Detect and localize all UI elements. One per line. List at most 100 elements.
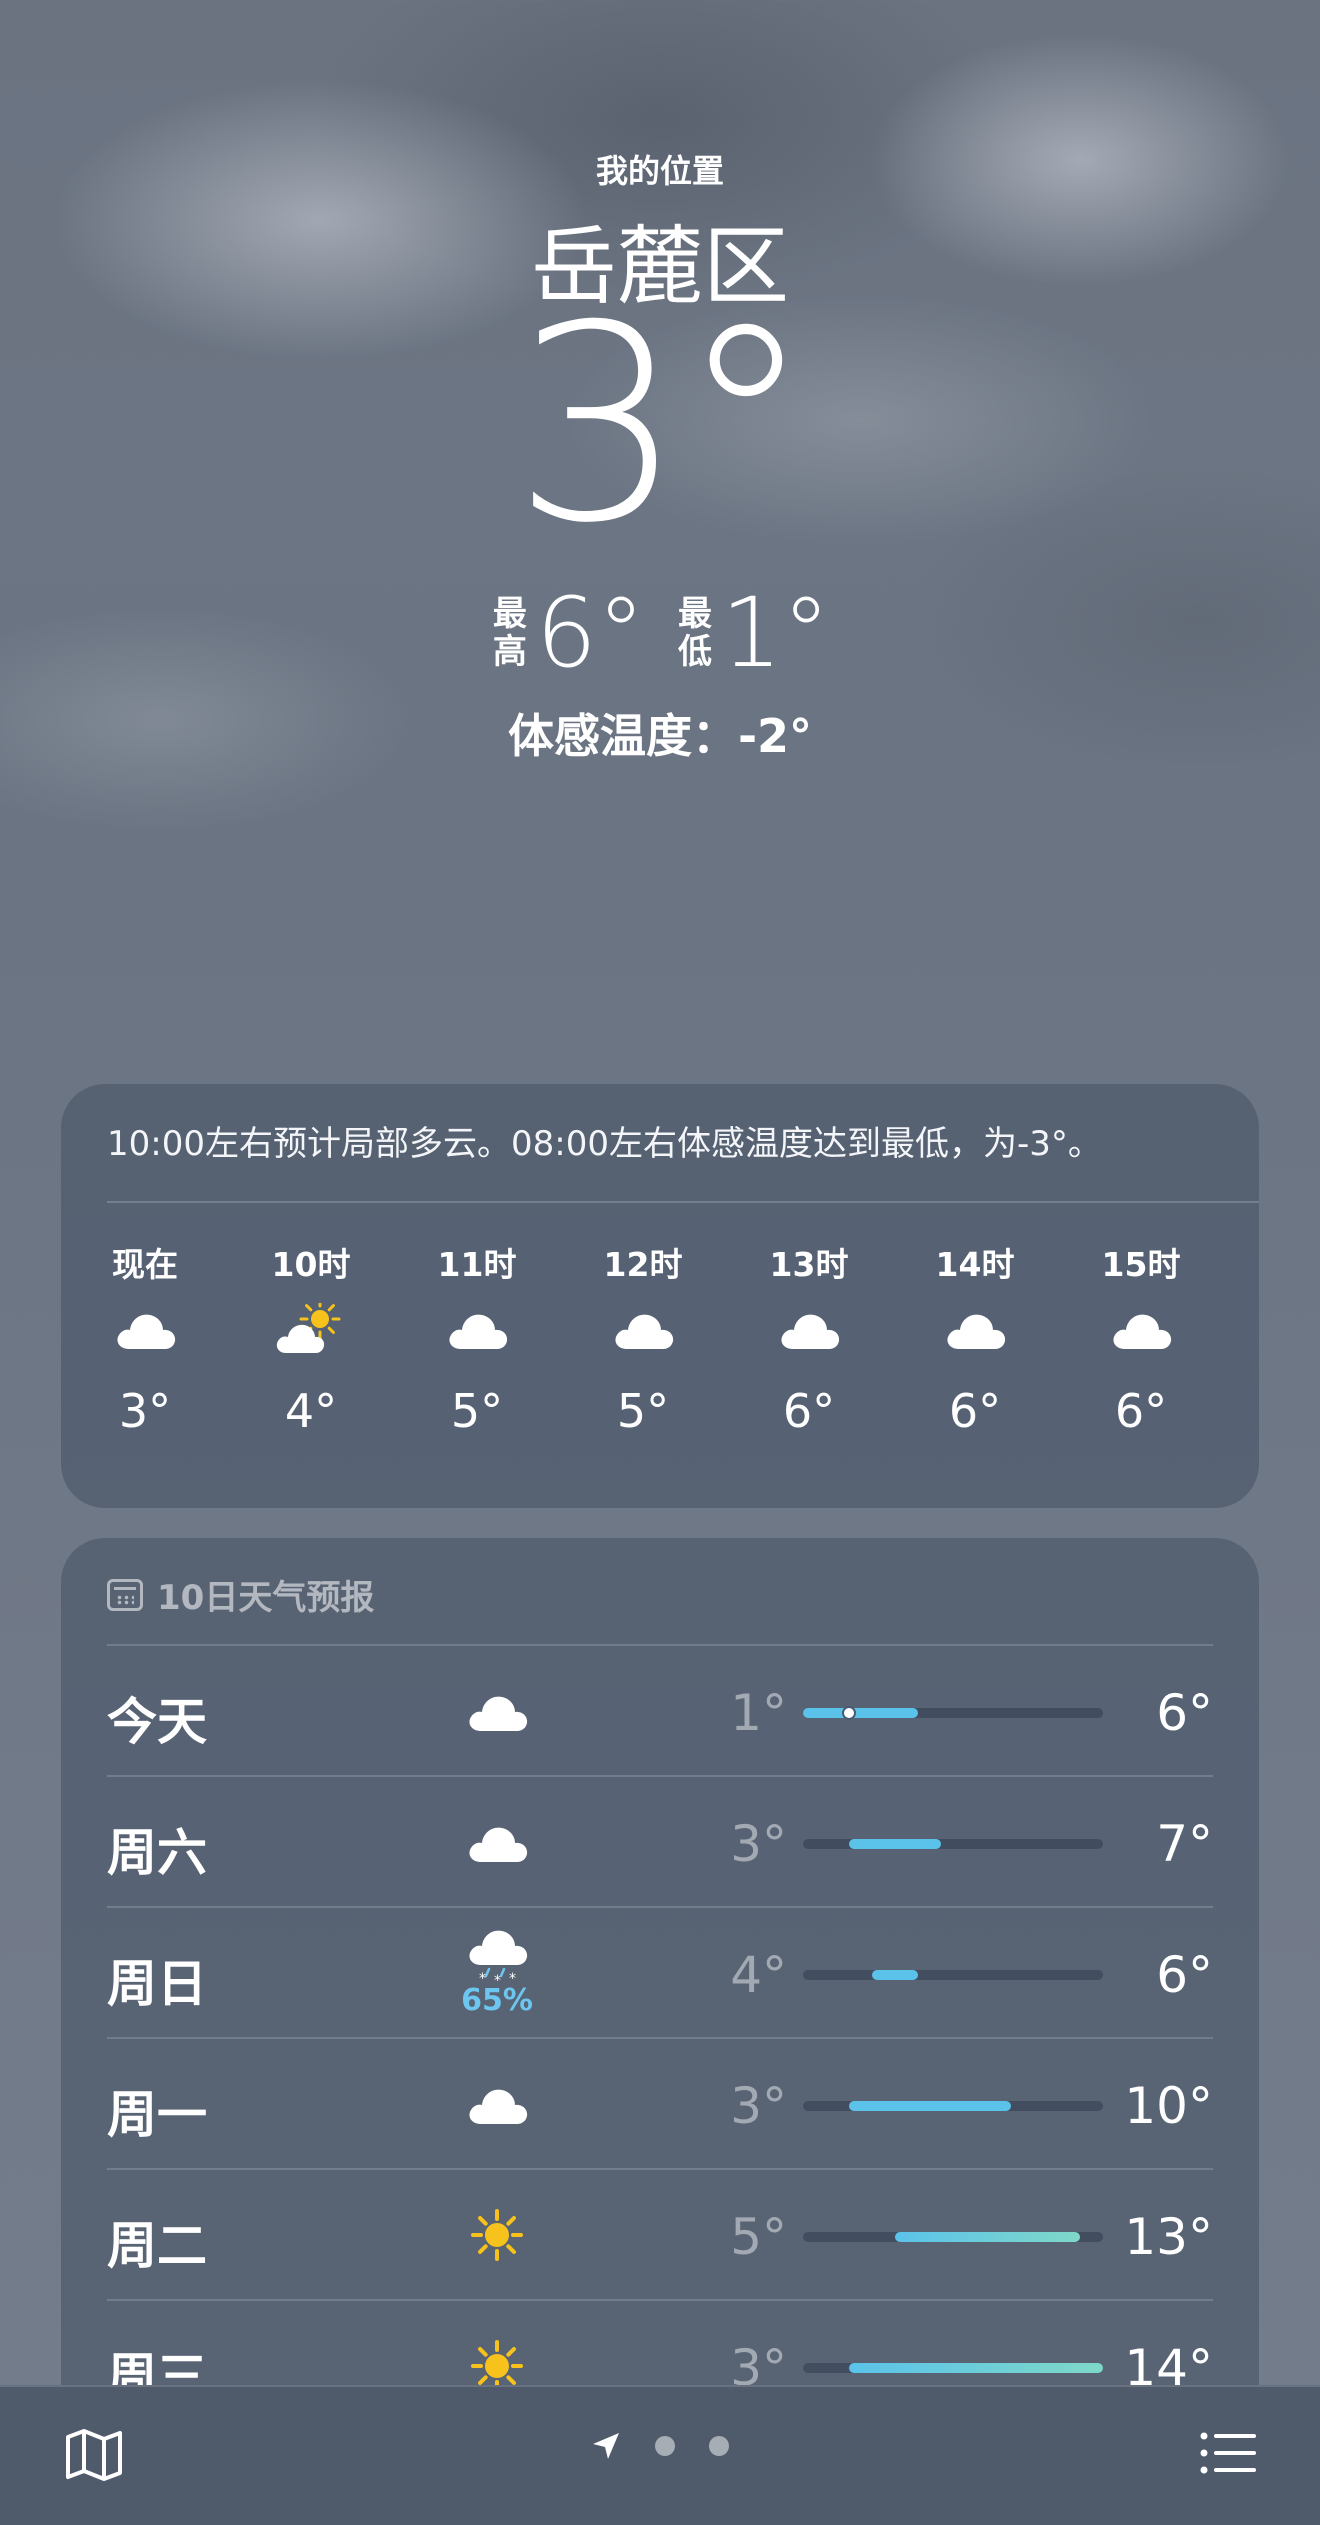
hourly-item: 14时 6° <box>915 1238 1035 1438</box>
cloud-icon <box>117 1314 176 1349</box>
ten-day-forecast-card[interactable]: 10日天气预报 今天 1° 6° 周六 3° 7° 周日 * * * 65% 4° … <box>61 1538 1259 2525</box>
day-icon <box>437 2059 557 2149</box>
hour-temp: 6° <box>1114 1384 1168 1438</box>
hourly-item: 12时 5° <box>583 1238 703 1438</box>
hour-label: 现在 <box>112 1245 178 1284</box>
hour-temp: 6° <box>948 1384 1002 1438</box>
temp-range-bar <box>803 1970 1103 1980</box>
high-temp: 6° <box>535 577 645 689</box>
day-icon <box>437 1666 557 1756</box>
cloud-icon <box>469 1696 528 1731</box>
hourly-item: 10时 4° <box>251 1238 371 1438</box>
current-temperature: 3° <box>512 267 814 582</box>
high-label: 最高 <box>492 594 527 672</box>
low-label: 最低 <box>678 594 712 672</box>
ten-day-title: 10日天气预报 <box>157 1578 375 1618</box>
hour-icon <box>749 1284 869 1374</box>
temp-range-bar <box>803 2101 1103 2111</box>
hour-label: 11时 <box>437 1245 517 1284</box>
day-name: 周二 <box>107 2217 207 2275</box>
hourly-item: 15时 6° <box>1081 1238 1201 1438</box>
hour-icon <box>417 1284 537 1374</box>
temp-range-fill <box>895 2232 1080 2242</box>
cloud-icon <box>469 1827 528 1862</box>
day-row[interactable]: 周日 * * * 65% 4° 6° <box>107 1906 1213 2037</box>
hour-temp: 5° <box>450 1384 504 1438</box>
hour-temp: 3° <box>118 1384 172 1438</box>
hour-icon <box>583 1284 703 1374</box>
list-icon <box>1200 2432 1256 2474</box>
day-low: 1° <box>730 1684 787 1742</box>
temp-range-bar <box>803 1839 1103 1849</box>
day-high: 10° <box>1124 2077 1213 2135</box>
day-high: 6° <box>1156 1684 1213 1742</box>
cloud-icon <box>469 2089 528 2124</box>
hour-temp: 5° <box>616 1384 670 1438</box>
ten-day-header: 10日天气预报 <box>107 1570 374 1619</box>
cloud-icon <box>781 1314 840 1349</box>
hourly-item: 现在 3° <box>85 1238 205 1438</box>
hour-icon <box>251 1284 371 1374</box>
temp-range-fill <box>803 1708 919 1718</box>
day-low: 4° <box>730 1946 787 2004</box>
hour-icon <box>915 1284 1035 1374</box>
day-name: 周六 <box>107 1824 207 1882</box>
day-row[interactable]: 周二 5° 13° <box>107 2168 1213 2299</box>
hour-label: 13时 <box>769 1245 849 1284</box>
hour-label: 14时 <box>935 1245 1015 1284</box>
day-low: 3° <box>730 2077 787 2135</box>
day-row[interactable]: 周一 3° 10° <box>107 2037 1213 2168</box>
day-high: 13° <box>1124 2208 1213 2266</box>
hour-temp: 6° <box>782 1384 836 1438</box>
low-temp: 1° <box>721 577 831 689</box>
my-location-label: 我的位置 <box>595 152 724 190</box>
temp-range-fill <box>849 1839 942 1849</box>
location-arrow-icon <box>593 2433 619 2459</box>
bottom-toolbar <box>0 2385 1320 2525</box>
hourly-forecast-card[interactable]: 10:00左右预计局部多云。08:00左右体感温度达到最低，为-3°。 现在 3… <box>61 1084 1259 1508</box>
day-row[interactable]: 周六 3° 7° <box>107 1775 1213 1906</box>
cloud-icon <box>615 1314 674 1349</box>
high-low-temperature: 最高 6° 最低 1° <box>0 585 1320 681</box>
temp-range-bar <box>803 2232 1103 2242</box>
hour-icon <box>1081 1284 1201 1374</box>
day-row[interactable]: 今天 1° 6° <box>107 1644 1213 1775</box>
page-dot <box>709 2436 729 2456</box>
cloud-icon <box>1113 1314 1172 1349</box>
hour-label: 15时 <box>1101 1245 1181 1284</box>
hour-label: 10时 <box>271 1245 351 1284</box>
cloud-icon <box>449 1314 508 1349</box>
temp-range-fill <box>849 2101 1011 2111</box>
city-list-button[interactable] <box>1200 2431 1256 2479</box>
hour-icon <box>85 1284 205 1374</box>
day-icon: * * * 65% <box>437 1928 557 2018</box>
snow-rain-icon: * * * <box>469 1930 528 1987</box>
partly-sunny-icon <box>276 1303 341 1353</box>
temp-range-fill <box>872 1970 919 1980</box>
precip-chance: 65% <box>461 1982 533 2018</box>
sun-icon <box>471 2209 523 2261</box>
hour-label: 12时 <box>603 1245 683 1284</box>
feels-like-temperature: 体感温度：-2° <box>507 709 813 763</box>
day-low: 5° <box>730 2208 787 2266</box>
day-low: 3° <box>730 1815 787 1873</box>
page-dot <box>655 2436 675 2456</box>
page-indicator[interactable] <box>0 2431 1320 2461</box>
day-name: 周一 <box>107 2086 207 2144</box>
hourly-item: 11时 5° <box>417 1238 537 1438</box>
hourly-item: 13时 6° <box>749 1238 869 1438</box>
temp-range-bar <box>803 1706 1103 1720</box>
day-name: 周日 <box>107 1955 207 2013</box>
day-high: 6° <box>1156 1946 1213 2004</box>
day-icon <box>437 2190 557 2280</box>
day-icon <box>437 1797 557 1887</box>
cloud-icon <box>947 1314 1006 1349</box>
hour-temp: 4° <box>284 1384 338 1438</box>
hourly-summary: 10:00左右预计局部多云。08:00左右体感温度达到最低，为-3°。 <box>107 1124 1102 1164</box>
temp-range-bar <box>803 2363 1103 2373</box>
day-name: 今天 <box>107 1693 207 1751</box>
calendar-icon <box>107 1578 143 1611</box>
day-high: 7° <box>1156 1815 1213 1873</box>
temp-range-fill <box>849 2363 1103 2373</box>
divider <box>107 1201 1259 1203</box>
